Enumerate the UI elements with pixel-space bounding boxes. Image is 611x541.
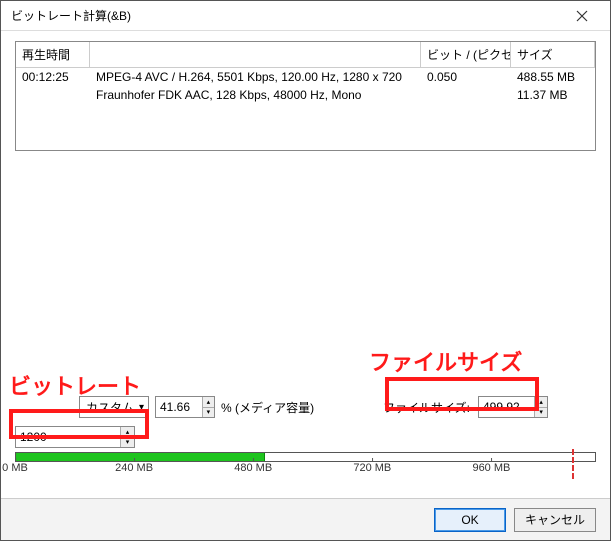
col-size[interactable]: サイズ: [511, 42, 595, 68]
filesize-input[interactable]: [479, 397, 534, 417]
bitrate-input[interactable]: [16, 427, 120, 447]
col-bpp[interactable]: ビット / (ピクセル*...: [421, 42, 511, 68]
close-button[interactable]: [562, 2, 602, 30]
ruler-tick: 720 MB: [353, 462, 391, 474]
size-ruler: 0 MB240 MB480 MB720 MB960 MB: [15, 452, 596, 484]
filesize-label: ファイルサイズ:: [383, 399, 470, 416]
window-title: ビットレート計算(&B): [11, 7, 562, 24]
cancel-button[interactable]: キャンセル: [514, 508, 596, 532]
spin-up-icon[interactable]: ▴: [535, 397, 547, 408]
stream-table: 再生時間 ビット / (ピクセル*... サイズ 00:12:25 MPEG-4…: [15, 41, 596, 151]
spin-up-icon[interactable]: ▴: [203, 397, 214, 408]
spin-down-icon[interactable]: ▾: [121, 438, 134, 448]
ok-button[interactable]: OK: [434, 508, 506, 532]
ruler-tick: 0 MB: [2, 462, 28, 474]
media-pct-label: % (メディア容量): [221, 399, 314, 416]
ruler-fill: [16, 453, 265, 461]
spin-down-icon[interactable]: ▾: [535, 408, 547, 418]
ruler-tick: 960 MB: [472, 462, 510, 474]
filesize-spinner[interactable]: ▴▾: [478, 396, 548, 418]
annotation-filesize: ファイルサイズ: [369, 345, 522, 377]
col-duration[interactable]: 再生時間: [16, 42, 90, 68]
preset-select[interactable]: カスタム ▾: [79, 396, 149, 418]
table-row[interactable]: Fraunhofer FDK AAC, 128 Kbps, 48000 Hz, …: [16, 86, 595, 104]
ruler-tick: 240 MB: [115, 462, 153, 474]
col-desc[interactable]: [90, 42, 421, 68]
media-pct-spinner[interactable]: ▴▾: [155, 396, 215, 418]
spin-up-icon[interactable]: ▴: [121, 427, 134, 438]
chevron-down-icon: ▾: [139, 402, 144, 413]
bitrate-spinner[interactable]: ▴▾: [15, 426, 135, 448]
table-row[interactable]: 00:12:25 MPEG-4 AVC / H.264, 5501 Kbps, …: [16, 68, 595, 86]
ruler-tick: 480 MB: [234, 462, 272, 474]
spin-down-icon[interactable]: ▾: [203, 408, 214, 418]
media-pct-input[interactable]: [156, 397, 202, 417]
